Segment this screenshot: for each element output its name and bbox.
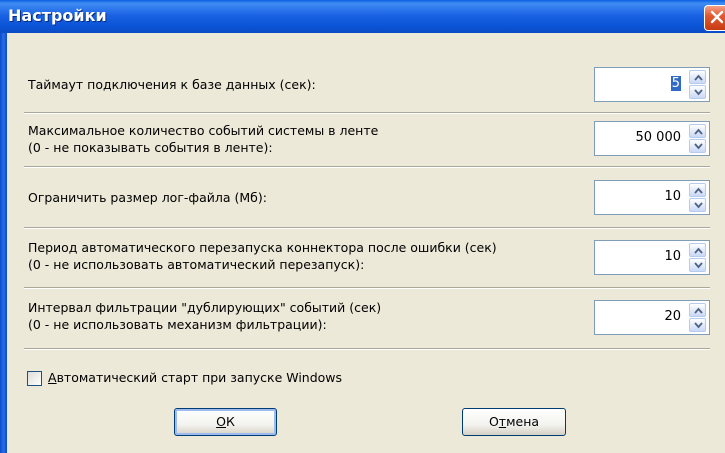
timeout-decrement-button[interactable] — [689, 85, 706, 99]
cancel-mnemonic: т — [498, 414, 507, 429]
max-events-decrement-button[interactable] — [689, 139, 706, 153]
close-icon — [710, 10, 724, 24]
max-events-label-line2: (0 - не показывать события в ленте): — [28, 140, 273, 155]
log-size-decrement-button[interactable] — [689, 198, 706, 212]
autostart-checkbox[interactable] — [27, 371, 42, 386]
chevron-up-icon — [694, 74, 703, 81]
chevron-up-icon — [694, 187, 703, 194]
settings-dialog: Настройки Таймаут подключения к базе дан… — [0, 0, 725, 453]
filter-interval-value[interactable]: 20 — [664, 309, 681, 324]
separator — [24, 227, 710, 229]
log-size-label-line: Ограничить размер лог-файла (Мб): — [28, 190, 267, 205]
filter-interval-increment-button[interactable] — [689, 303, 706, 317]
timeout-label: Таймаут подключения к базе данных (сек): — [28, 76, 316, 93]
log-size-label: Ограничить размер лог-файла (Мб): — [28, 189, 267, 206]
log-size-value[interactable]: 10 — [664, 189, 681, 204]
title-bar[interactable]: Настройки — [0, 0, 725, 33]
timeout-increment-button[interactable] — [689, 70, 706, 84]
chevron-down-icon — [694, 322, 703, 329]
chevron-down-icon — [694, 89, 703, 96]
timeout-label-line: Таймаут подключения к базе данных (сек): — [28, 77, 316, 92]
log-size-increment-button[interactable] — [689, 183, 706, 197]
filter-interval-decrement-button[interactable] — [689, 318, 706, 332]
chevron-up-icon — [694, 128, 703, 135]
max-events-spinbox[interactable]: 50 000 — [594, 121, 710, 156]
log-size-spinbox[interactable]: 10 — [594, 180, 710, 215]
window-title: Настройки — [8, 6, 107, 25]
chevron-down-icon — [694, 262, 703, 269]
ok-mnemonic: О — [216, 414, 226, 429]
chevron-up-icon — [694, 307, 703, 314]
filter-interval-spinbox[interactable]: 20 — [594, 300, 710, 335]
autostart-label[interactable]: Автоматический старт при запуске Windows — [48, 370, 342, 385]
timeout-spinbox[interactable]: 5 — [594, 67, 710, 102]
timeout-value[interactable]: 5 — [670, 76, 681, 91]
separator — [24, 112, 710, 114]
restart-period-spinbox[interactable]: 10 — [594, 240, 710, 275]
filter-interval-label: Интервал фильтрации "дублирующих" событи… — [28, 299, 381, 333]
separator — [24, 287, 710, 289]
window-border — [0, 33, 7, 453]
max-events-label: Максимальное количество событий системы … — [28, 122, 378, 156]
filter-interval-label-line1: Интервал фильтрации "дублирующих" событи… — [28, 300, 382, 315]
chevron-down-icon — [694, 143, 703, 150]
restart-period-label-line2: (0 - не использовать автоматический пере… — [28, 257, 365, 272]
cancel-button[interactable]: Отмена — [462, 408, 566, 436]
separator — [24, 166, 710, 168]
max-events-increment-button[interactable] — [689, 124, 706, 138]
restart-period-increment-button[interactable] — [689, 243, 706, 257]
cancel-label-rest: мена — [506, 414, 540, 429]
chevron-down-icon — [694, 202, 703, 209]
restart-period-label: Период автоматического перезапуска конне… — [28, 239, 497, 273]
max-events-value[interactable]: 50 000 — [636, 130, 682, 145]
cancel-label-pre: О — [488, 414, 499, 429]
autostart-label-text: втоматический старт при запуске Windows — [56, 370, 343, 385]
separator — [24, 348, 710, 350]
ok-button[interactable]: ОК — [174, 408, 277, 436]
ok-label-rest: К — [225, 414, 235, 429]
filter-interval-label-line2: (0 - не использовать механизм фильтрации… — [28, 317, 327, 332]
max-events-label-line1: Максимальное количество событий системы … — [28, 123, 379, 138]
restart-period-label-line1: Период автоматического перезапуска конне… — [28, 240, 497, 255]
restart-period-decrement-button[interactable] — [689, 258, 706, 272]
chevron-up-icon — [694, 247, 703, 254]
restart-period-value[interactable]: 10 — [664, 249, 681, 264]
close-button[interactable] — [704, 5, 725, 31]
autostart-mnemonic: А — [48, 370, 57, 385]
